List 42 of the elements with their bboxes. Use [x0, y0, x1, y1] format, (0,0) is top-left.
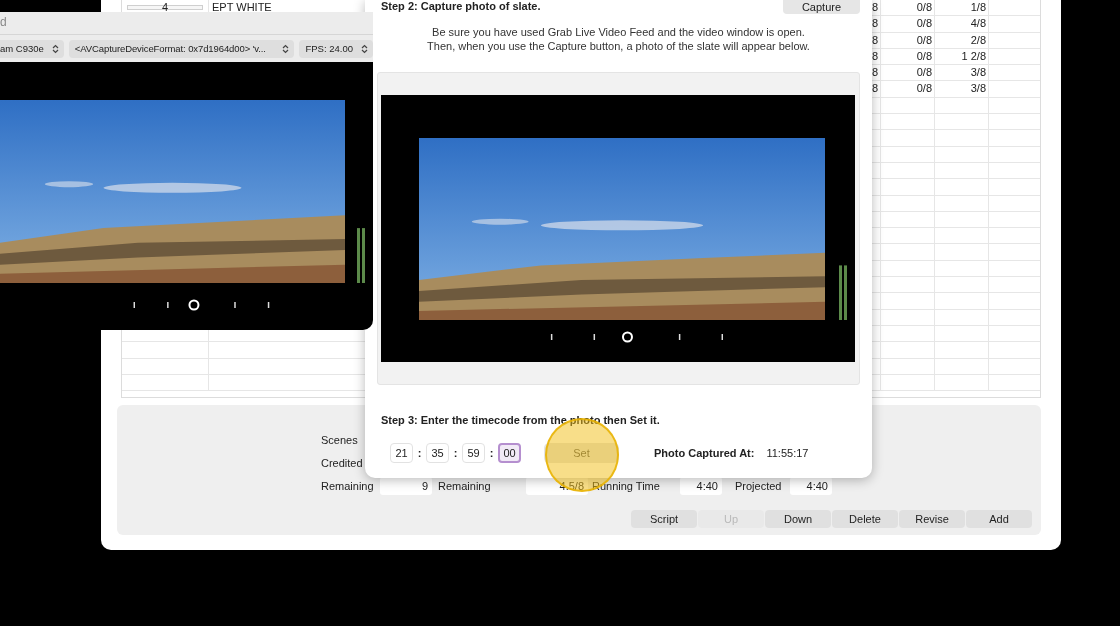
table-cell: 1 2/8	[935, 48, 989, 65]
step-heading: Step 3: Enter the timecode from the photo then Set it.	[380, 414, 661, 427]
popup-menu[interactable]: <AVCaptureDeviceFormat: 0x7d1964d00> 'v...	[68, 39, 295, 58]
table-cell: 3/8	[935, 65, 989, 81]
capture-button[interactable]: Capture	[783, 0, 860, 14]
table-cell: 0/8	[881, 0, 935, 16]
action-button[interactable]: Down	[765, 510, 831, 528]
chevron-up-down-icon	[361, 43, 368, 54]
chevron-up-down-icon	[51, 43, 59, 54]
captured-label: Photo Captured At:	[654, 447, 755, 459]
timecode-separator: :	[416, 447, 423, 459]
table-cell: 1/8	[935, 0, 989, 16]
table-cell: 2/8	[935, 32, 989, 48]
window-title: d	[0, 12, 373, 35]
summary-label: Credited	[321, 456, 363, 469]
chevron-up-down-icon	[282, 43, 290, 54]
popup-menu[interactable]: FPS: 24.00	[299, 39, 373, 58]
summary-label: Remaining	[321, 479, 375, 492]
action-button[interactable]: Script	[631, 510, 697, 528]
popup-menu[interactable]: am C930e	[0, 39, 64, 58]
step-heading: Step 2: Capture photo of slate.	[381, 0, 541, 13]
table-cell: 0/8	[881, 48, 935, 65]
table-cell: 4/8	[935, 16, 989, 32]
timecode-field[interactable]: 00	[498, 443, 521, 463]
summary-label: Remaining	[437, 479, 492, 492]
action-button[interactable]: Revise	[899, 510, 965, 528]
timecode-separator: :	[488, 447, 495, 459]
table-cell: 0/8	[881, 16, 935, 32]
table-cell: 0/8	[881, 65, 935, 81]
action-button[interactable]: Add	[966, 510, 1032, 528]
table-cell: 3/8	[935, 81, 989, 97]
summary-label: Scenes	[321, 433, 358, 446]
captured-time: 11:55:17	[766, 447, 809, 459]
timecode-separator: :	[452, 447, 459, 459]
instructions-text: Be sure you have used Grab Live Video Feed and the video window is open. Then, when you use the Capture button, a photo of the slate will appear below.	[426, 25, 811, 53]
summary-label: Projected	[734, 479, 783, 492]
timecode-field[interactable]: 59	[462, 443, 485, 463]
timecode-field[interactable]: 35	[426, 443, 449, 463]
timecode-field[interactable]: 21	[390, 443, 413, 463]
table-cell: 0/8	[881, 32, 935, 48]
table-cell: 0/8	[881, 81, 935, 97]
action-button[interactable]: Delete	[832, 510, 898, 528]
